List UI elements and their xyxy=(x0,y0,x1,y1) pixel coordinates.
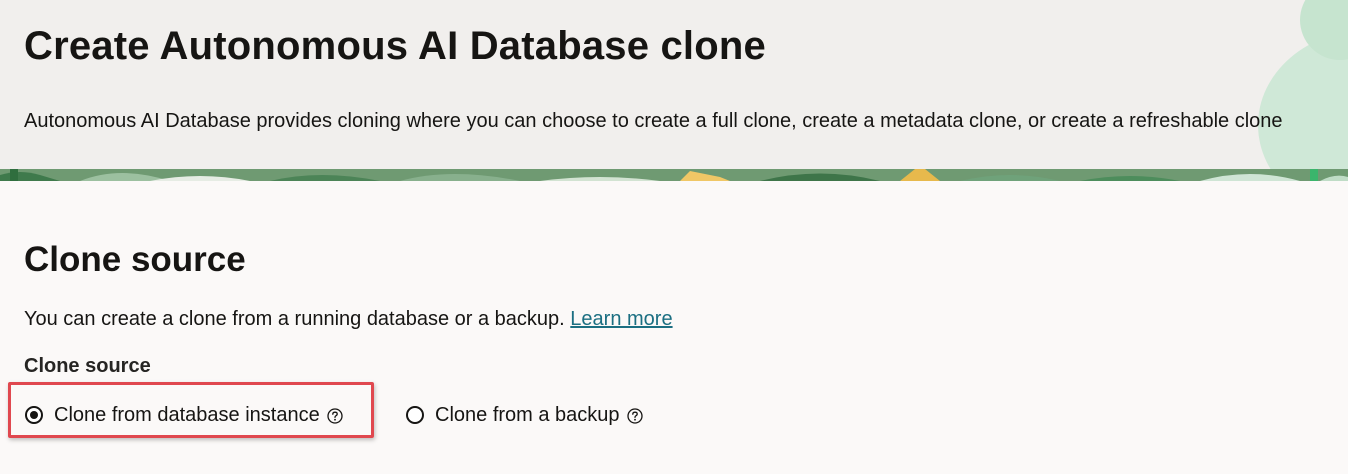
page-title: Create Autonomous AI Database clone xyxy=(24,24,766,68)
radio-clone-from-database-instance[interactable]: Clone from database instance xyxy=(25,397,343,433)
page-header: Create Autonomous AI Database clone Auto… xyxy=(0,0,1348,169)
main-content: Clone source You can create a clone from… xyxy=(0,181,1348,474)
help-icon[interactable] xyxy=(626,407,643,424)
radio-button-unselected[interactable] xyxy=(406,406,424,424)
radio-label-database-instance[interactable]: Clone from database instance xyxy=(54,404,320,427)
section-description: You can create a clone from a running da… xyxy=(24,308,673,331)
help-icon[interactable] xyxy=(327,407,343,424)
section-description-text: You can create a clone from a running da… xyxy=(24,308,565,330)
radio-button-selected[interactable] xyxy=(25,406,43,424)
section-title: Clone source xyxy=(24,240,246,279)
decorative-banner xyxy=(0,169,1348,181)
radio-label-backup[interactable]: Clone from a backup xyxy=(435,404,620,427)
learn-more-link[interactable]: Learn more xyxy=(570,308,672,330)
radio-clone-from-backup[interactable]: Clone from a backup xyxy=(406,397,643,433)
clone-source-label: Clone source xyxy=(24,355,151,377)
radio-selected-dot xyxy=(30,411,38,419)
page-description: Autonomous AI Database provides cloning … xyxy=(24,110,1283,132)
